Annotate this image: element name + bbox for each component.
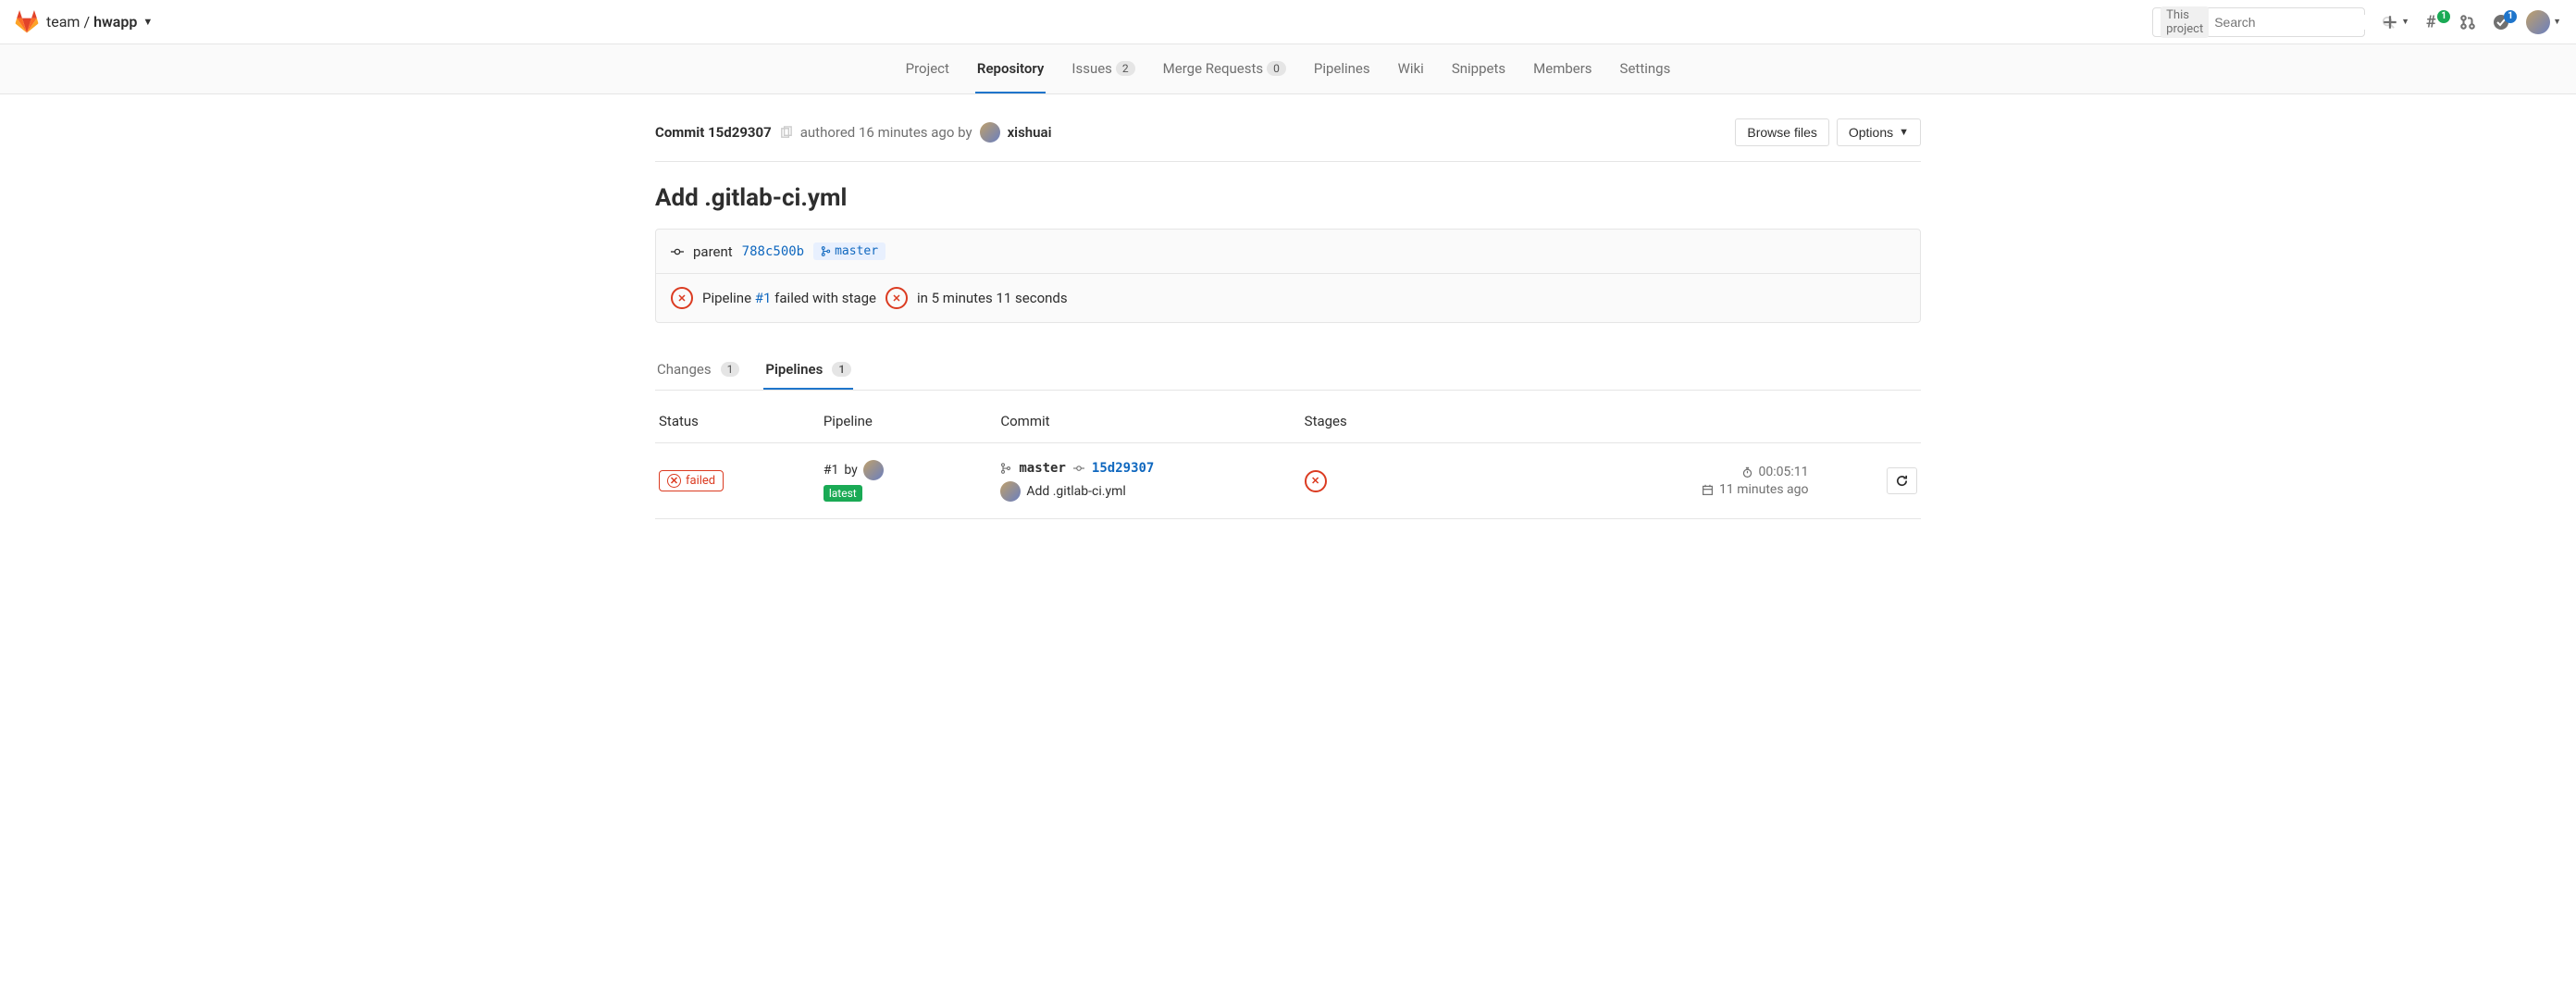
col-pipeline: Pipeline <box>820 400 997 443</box>
pipeline-duration: 00:05:11 <box>1759 465 1809 479</box>
pipeline-status-row: Pipeline #1 failed with stage in 5 minut… <box>656 273 1920 322</box>
failed-status-icon <box>671 287 693 309</box>
new-menu-button[interactable]: ▼ <box>2382 14 2409 31</box>
table-row: failed #1 by latest <box>655 443 1921 519</box>
nav-members[interactable]: Members <box>1531 44 1593 93</box>
chevron-down-icon: ▼ <box>1899 127 1909 138</box>
chevron-down-icon: ▼ <box>2401 17 2409 27</box>
pipeline-number[interactable]: #1 <box>824 463 839 478</box>
nav-merge-requests[interactable]: Merge Requests 0 <box>1161 44 1288 93</box>
breadcrumb-group[interactable]: team <box>46 13 80 31</box>
commit-author-avatar[interactable] <box>1000 481 1021 502</box>
nav-issues[interactable]: Issues 2 <box>1070 44 1136 93</box>
issues-nav-icon[interactable]: # 1 <box>2426 14 2443 31</box>
chevron-down-icon: ▼ <box>2553 17 2561 27</box>
status-badge[interactable]: failed <box>659 470 724 491</box>
commit-graph-icon <box>1073 463 1084 474</box>
tab-pipelines[interactable]: Pipelines 1 <box>763 351 853 390</box>
avatar <box>2526 10 2550 34</box>
author-avatar[interactable] <box>980 122 1000 143</box>
search-scope-badge[interactable]: This project <box>2161 6 2209 38</box>
search-box[interactable]: This project <box>2152 7 2365 37</box>
commit-title: Add .gitlab-ci.yml <box>655 184 1921 212</box>
commit-tabs: Changes 1 Pipelines 1 <box>655 351 1921 391</box>
latest-badge: latest <box>824 485 862 502</box>
user-menu[interactable]: ▼ <box>2526 10 2561 34</box>
commit-info-box: parent 788c500b master Pipeline #1 faile… <box>655 229 1921 323</box>
search-input[interactable] <box>2214 15 2382 30</box>
pipeline-finished: 11 minutes ago <box>1719 482 1809 497</box>
nav-wiki[interactable]: Wiki <box>1396 44 1426 93</box>
commit-message[interactable]: Add .gitlab-ci.yml <box>1026 484 1125 499</box>
calendar-icon <box>1702 484 1714 496</box>
issues-badge: 1 <box>2437 10 2450 23</box>
svg-text:#: # <box>2426 14 2436 31</box>
todos-badge: 1 <box>2504 10 2517 23</box>
timer-icon <box>1741 466 1753 478</box>
author-name[interactable]: xishuai <box>1008 124 1052 141</box>
pipeline-author-avatar[interactable] <box>863 460 884 480</box>
branch-icon <box>1000 463 1011 474</box>
merge-requests-nav-icon[interactable] <box>2459 14 2476 31</box>
parent-row: parent 788c500b master <box>656 230 1920 273</box>
failed-stage-icon[interactable] <box>886 287 908 309</box>
col-commit: Commit <box>997 400 1300 443</box>
nav-settings[interactable]: Settings <box>1618 44 1673 93</box>
retry-icon <box>1895 474 1909 488</box>
commit-sha-link[interactable]: 15d29307 <box>1092 461 1154 476</box>
retry-button[interactable] <box>1887 467 1917 494</box>
commit-header: Commit 15d29307 authored 16 minutes ago … <box>655 109 1921 162</box>
col-stages: Stages <box>1301 400 1529 443</box>
copy-sha-icon[interactable] <box>779 126 793 140</box>
tab-changes[interactable]: Changes 1 <box>655 351 741 390</box>
gitlab-logo-icon[interactable] <box>15 10 39 34</box>
project-nav: Project Repository Issues 2 Merge Reques… <box>0 44 2576 94</box>
chevron-down-icon[interactable]: ▼ <box>142 16 153 28</box>
commit-branch[interactable]: master <box>1019 461 1066 476</box>
nav-repository[interactable]: Repository <box>975 44 1046 93</box>
col-status: Status <box>655 400 820 443</box>
branch-tag[interactable]: master <box>813 242 886 260</box>
nav-project[interactable]: Project <box>904 44 951 93</box>
browse-files-button[interactable]: Browse files <box>1735 118 1828 146</box>
parent-sha-link[interactable]: 788c500b <box>742 244 804 259</box>
nav-snippets[interactable]: Snippets <box>1450 44 1507 93</box>
stage-failed-icon[interactable] <box>1305 470 1327 492</box>
commit-graph-icon <box>671 245 684 258</box>
pipelines-table: Status Pipeline Commit Stages failed #1 … <box>655 400 1921 519</box>
top-header: team / hwapp ▼ This project ▼ # 1 1 ▼ <box>0 0 2576 44</box>
breadcrumb-project[interactable]: hwapp <box>93 13 137 31</box>
todos-nav-icon[interactable]: 1 <box>2493 14 2509 31</box>
pipeline-link[interactable]: #1 <box>755 290 772 306</box>
breadcrumb[interactable]: team / hwapp ▼ <box>46 13 153 31</box>
nav-pipelines[interactable]: Pipelines <box>1312 44 1372 93</box>
options-button[interactable]: Options ▼ <box>1837 118 1921 146</box>
